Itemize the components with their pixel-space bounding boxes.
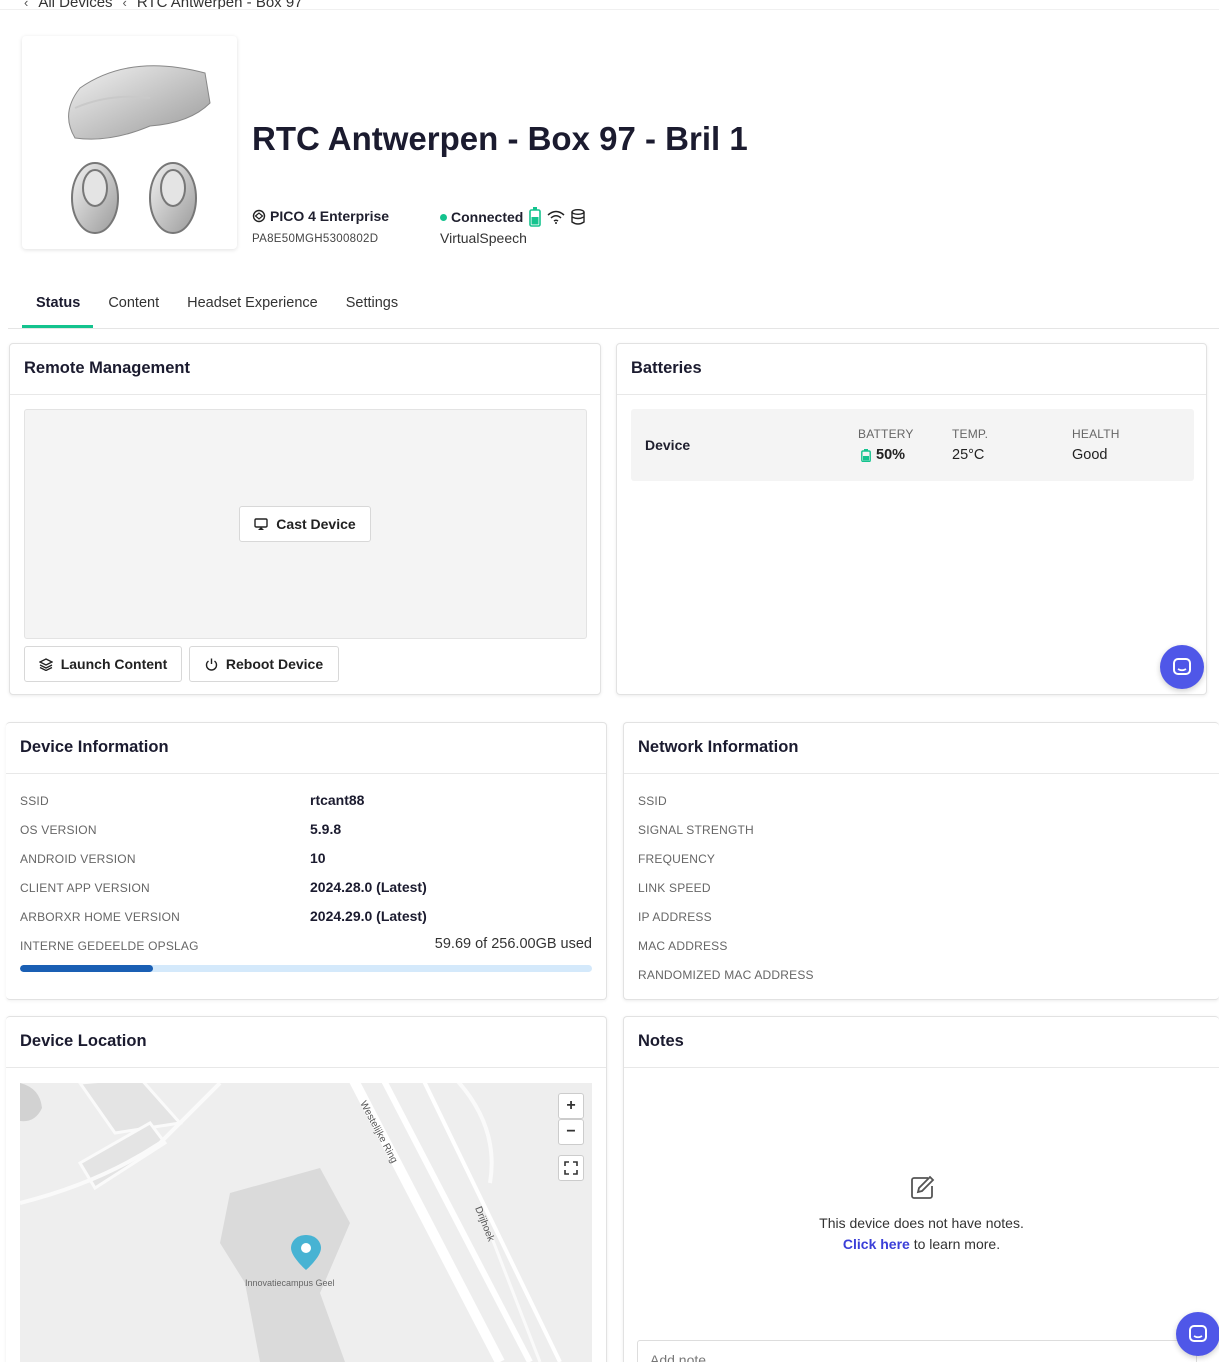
status-label: Connected (451, 209, 524, 225)
tab-headset-experience[interactable]: Headset Experience (173, 292, 332, 311)
batteries-card: Batteries Device BATTERY 50% TEMP. 25°C … (616, 343, 1207, 695)
status-dot-icon (440, 213, 447, 221)
organization-label: VirtualSpeech (440, 230, 527, 246)
device-title: RTC Antwerpen - Box 97 - Bril 1 (252, 120, 748, 157)
info-row-android-version: ANDROID VERSION 10 (20, 850, 326, 866)
cast-label: Cast Device (276, 516, 356, 532)
info-row-ssid: SSID rtcant88 (20, 792, 365, 808)
connection-status: Connected (440, 207, 586, 227)
notes-empty-text: This device does not have notes. (819, 1215, 1024, 1231)
reboot-device-button[interactable]: Reboot Device (189, 646, 339, 682)
cast-device-button[interactable]: Cast Device (239, 506, 371, 542)
zoom-in-button[interactable]: + (558, 1093, 584, 1119)
info-row-storage: INTERNE GEDEELDE OPSLAG 59.69 of 256.00G… (20, 936, 592, 953)
storage-progress-bar (20, 965, 592, 972)
card-title: Device Information (6, 723, 606, 774)
location-map[interactable]: Westelijke Ring Drijhoek Innovatiecampus… (20, 1083, 592, 1362)
health-header: HEALTH (1072, 427, 1120, 441)
storage-value: 59.69 of 256.00GB used (434, 936, 592, 952)
power-icon (205, 658, 218, 671)
tab-settings[interactable]: Settings (332, 292, 412, 311)
chat-button[interactable] (1160, 645, 1204, 689)
launch-content-button[interactable]: Launch Content (24, 646, 182, 682)
network-row-ip: IP ADDRESS (638, 910, 712, 924)
add-note-input[interactable]: Add note (637, 1340, 1197, 1362)
network-row-signal: SIGNAL STRENGTH (638, 823, 754, 837)
temp-header: TEMP. (952, 427, 989, 441)
remote-management-card: Remote Management Cast Device Launch Con… (9, 343, 601, 695)
battery-icon (861, 448, 871, 462)
device-serial: PA8E50MGH5300802D (252, 233, 379, 245)
network-row-mac: MAC ADDRESS (638, 939, 728, 953)
tab-divider (8, 328, 1219, 329)
chat-icon (1189, 1325, 1207, 1342)
map-canvas: Westelijke Ring Drijhoek Innovatiecampus… (20, 1083, 592, 1362)
network-row-random-mac: RANDOMIZED MAC ADDRESS (638, 968, 814, 982)
zoom-out-button[interactable]: − (558, 1119, 584, 1145)
temp-value: 25°C (952, 447, 985, 463)
click-here-link[interactable]: Click here (843, 1236, 910, 1252)
model-label: PICO 4 Enterprise (270, 208, 390, 224)
tab-content[interactable]: Content (94, 292, 173, 311)
card-title: Notes (624, 1017, 1219, 1068)
info-row-client-app-version: CLIENT APP VERSION 2024.28.0 (Latest) (20, 879, 427, 895)
battery-device-label: Device (645, 437, 691, 453)
layers-icon (38, 657, 53, 671)
chat-button-bottom[interactable] (1176, 1312, 1219, 1356)
divider (0, 9, 1219, 10)
expand-icon (564, 1161, 578, 1175)
network-row-link-speed: LINK SPEED (638, 881, 711, 895)
storage-progress-fill (20, 965, 154, 972)
vr-icon (252, 209, 266, 223)
device-model: PICO 4 Enterprise (252, 208, 389, 224)
card-title: Remote Management (10, 344, 600, 395)
battery-row: Device BATTERY 50% TEMP. 25°C HEALTH Goo… (631, 409, 1194, 481)
device-image (22, 36, 237, 249)
battery-percent: 50% (876, 447, 906, 463)
device-information-card: Device Information SSID rtcant88 OS VERSI… (6, 722, 607, 1000)
card-title: Batteries (617, 344, 1206, 395)
storage-icon (571, 209, 586, 225)
launch-label: Launch Content (60, 656, 168, 672)
vr-headset-icon (67, 64, 211, 234)
wifi-icon (547, 210, 565, 224)
notes-empty-state: This device does not have notes. Click h… (624, 1174, 1219, 1252)
battery-header: BATTERY (858, 427, 914, 441)
cast-preview-area: Cast Device (24, 409, 587, 639)
reboot-label: Reboot Device (225, 656, 324, 672)
edit-note-icon (910, 1175, 934, 1199)
health-value: Good (1072, 447, 1108, 463)
chat-icon (1173, 658, 1191, 675)
cast-icon (254, 517, 268, 530)
info-row-home-version: ARBORXR HOME VERSION 2024.29.0 (Latest) (20, 908, 427, 924)
network-row-ssid: SSID (638, 794, 667, 808)
battery-icon (529, 207, 542, 227)
info-row-os-version: OS VERSION 5.9.8 (20, 821, 342, 837)
card-title: Network Information (624, 723, 1219, 774)
notes-card: Notes This device does not have notes. C… (623, 1016, 1219, 1362)
network-row-frequency: FREQUENCY (638, 852, 716, 866)
notes-learn-more: Click here to learn more. (624, 1236, 1219, 1252)
card-title: Device Location (6, 1017, 606, 1068)
battery-value: 50% (861, 447, 905, 463)
place-label: Innovatiecampus Geel (245, 1278, 335, 1288)
fullscreen-button[interactable] (558, 1155, 584, 1181)
tab-bar: Status Content Headset Experience Settin… (22, 292, 412, 311)
network-information-card: Network Information SSID SIGNAL STRENGTH… (623, 722, 1219, 1000)
tab-status[interactable]: Status (22, 292, 94, 311)
notes-link-suffix: to learn more. (909, 1236, 1001, 1252)
